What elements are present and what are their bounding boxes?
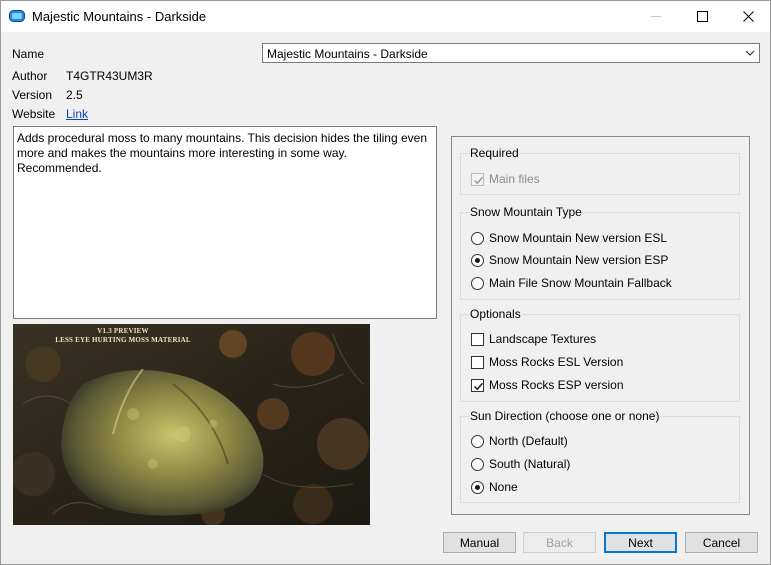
radio-button[interactable]	[471, 434, 484, 448]
title-bar: Majestic Mountains - Darkside	[1, 1, 770, 32]
option-snow-esl[interactable]: Snow Mountain New version ESL	[471, 230, 667, 246]
option-label: Landscape Textures	[489, 332, 597, 346]
checkbox[interactable]	[471, 332, 484, 346]
author-label: Author	[12, 69, 48, 83]
close-button[interactable]	[725, 1, 771, 32]
minimize-button[interactable]	[633, 1, 679, 32]
app-icon	[9, 10, 25, 22]
author-value: T4GTR43UM3R	[66, 69, 153, 83]
version-value: 2.5	[66, 88, 83, 102]
option-label: Main File Snow Mountain Fallback	[489, 276, 672, 290]
maximize-icon	[696, 11, 708, 22]
version-label: Version	[12, 88, 53, 102]
radio-button[interactable]	[471, 457, 484, 471]
window-title: Majestic Mountains - Darkside	[32, 9, 207, 24]
preview-caption-line1: V1.3 PREVIEW	[97, 327, 149, 335]
group-snow-title: Snow Mountain Type	[469, 205, 583, 219]
option-label: Snow Mountain New version ESP	[489, 253, 669, 267]
radio-button[interactable]	[471, 253, 484, 267]
website-link[interactable]: Link	[66, 107, 88, 121]
group-sun-title: Sun Direction (choose one or none)	[469, 409, 661, 423]
name-dropdown[interactable]: Majestic Mountains - Darkside	[262, 43, 760, 63]
manual-button[interactable]: Manual	[443, 532, 516, 553]
checkbox[interactable]	[471, 378, 484, 392]
option-moss-rocks-esp[interactable]: Moss Rocks ESP version	[471, 377, 624, 393]
preview-artwork	[13, 324, 370, 525]
name-label: Name	[12, 47, 45, 61]
description-textbox[interactable]: Adds procedural moss to many mountains. …	[13, 126, 437, 319]
radio-button[interactable]	[471, 480, 484, 494]
back-button[interactable]: Back	[523, 532, 596, 553]
minimize-icon	[650, 16, 661, 17]
option-moss-rocks-esl[interactable]: Moss Rocks ESL Version	[471, 354, 623, 370]
chevron-down-icon	[745, 50, 755, 56]
option-label: Moss Rocks ESL Version	[489, 355, 624, 369]
next-button[interactable]: Next	[604, 532, 677, 553]
option-sun-south[interactable]: South (Natural)	[471, 456, 570, 472]
radio-button[interactable]	[471, 276, 484, 290]
option-main-files[interactable]: Main files	[471, 171, 540, 187]
option-sun-none[interactable]: None	[471, 479, 518, 495]
option-sun-north[interactable]: North (Default)	[471, 433, 568, 449]
checkmark-icon	[473, 382, 484, 390]
maximize-button[interactable]	[679, 1, 725, 32]
option-label: Main files	[489, 172, 540, 186]
group-optionals-title: Optionals	[469, 307, 522, 321]
option-label: None	[489, 480, 518, 494]
website-label: Website	[12, 107, 56, 121]
checkbox[interactable]	[471, 355, 484, 369]
option-label: South (Natural)	[489, 457, 571, 471]
close-icon	[742, 11, 754, 22]
cancel-button[interactable]: Cancel	[685, 532, 758, 553]
group-required-title: Required	[469, 146, 520, 160]
preview-caption-line2: LESS EYE HURTING MOSS MATERIAL	[55, 336, 191, 344]
checkmark-icon	[473, 176, 484, 184]
preview-image: V1.3 PREVIEW LESS EYE HURTING MOSS MATER…	[13, 324, 370, 525]
preview-caption: V1.3 PREVIEW LESS EYE HURTING MOSS MATER…	[13, 327, 233, 345]
option-label: Moss Rocks ESP version	[489, 378, 624, 392]
name-dropdown-value: Majestic Mountains - Darkside	[267, 47, 428, 61]
checkbox[interactable]	[471, 172, 484, 186]
option-snow-fallback[interactable]: Main File Snow Mountain Fallback	[471, 275, 672, 291]
option-label: Snow Mountain New version ESL	[489, 231, 668, 245]
radio-button[interactable]	[471, 231, 484, 245]
option-label: North (Default)	[489, 434, 568, 448]
option-snow-esp[interactable]: Snow Mountain New version ESP	[471, 252, 668, 268]
installer-window: Majestic Mountains - Darkside Name Majes…	[0, 0, 771, 565]
option-landscape-textures[interactable]: Landscape Textures	[471, 331, 596, 347]
